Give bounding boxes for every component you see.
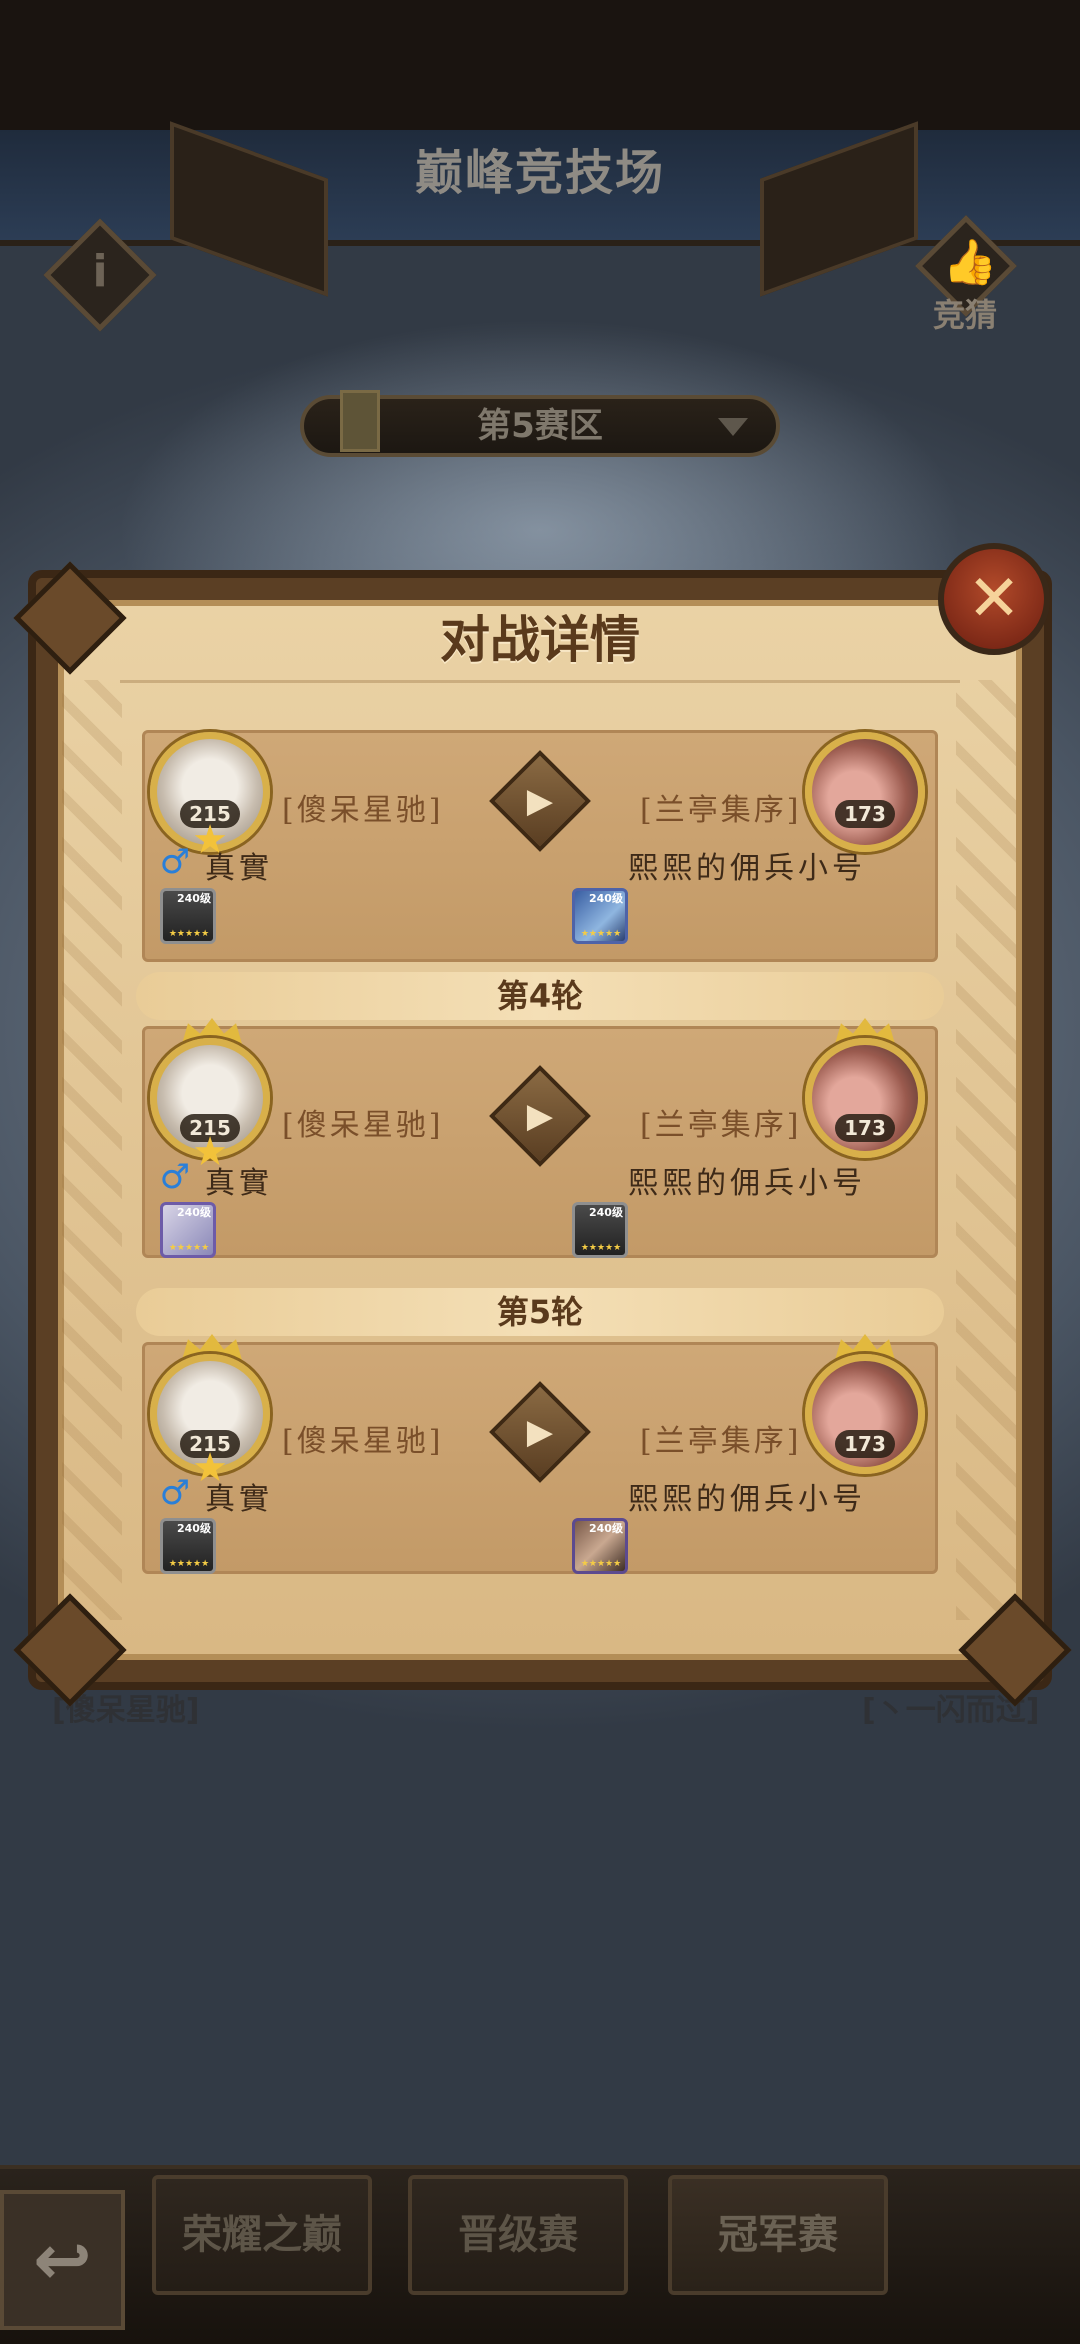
male-icon: ♂ [159, 842, 191, 882]
divider [120, 680, 960, 683]
hero-icon[interactable]: 240级 ★★★★★ [572, 888, 628, 944]
guild-right: [兰亭集序] [640, 1424, 802, 1459]
paper-ornament-right [956, 680, 1016, 1620]
hero-level: 240级 [177, 892, 211, 905]
guild-left: [傻呆星驰] [282, 793, 444, 828]
hero-stars: ★★★★★ [168, 1559, 210, 1569]
close-icon: ✕ [967, 562, 1021, 636]
player-name-left: 真實 [205, 1482, 273, 1517]
chevron-down-icon [718, 418, 748, 436]
dialog-title: 对战详情 [440, 611, 640, 669]
guild-left: [傻呆星驰] [282, 1108, 444, 1143]
hero-icon[interactable]: 240级 ★★★★★ [160, 1518, 216, 1574]
hero-icon[interactable]: 240级 ★★★★★ [160, 1202, 216, 1258]
zone-dropdown-value: 第5赛区 [477, 406, 603, 446]
hero-icon[interactable]: 240级 ★★★★★ [160, 888, 216, 944]
male-icon: ♂ [159, 1473, 191, 1513]
player-name-right: 熙熙的佣兵小号 [628, 1166, 866, 1201]
status-area [0, 0, 1080, 130]
level-badge: 173 [835, 1114, 895, 1142]
hero-level: 240级 [177, 1206, 211, 1219]
hero-icon[interactable]: 240级 ★★★★★ [572, 1202, 628, 1258]
player-name-right: 熙熙的佣兵小号 [628, 1482, 866, 1517]
hero-level: 240级 [589, 892, 623, 905]
player-name-right: 熙熙的佣兵小号 [628, 851, 866, 886]
thumbs-up-icon: 👍 [942, 237, 998, 288]
hero-level: 240级 [589, 1206, 623, 1219]
hero-stars: ★★★★★ [580, 1559, 622, 1569]
player-name-left: 真實 [205, 851, 273, 886]
guess-label[interactable]: 竞猜 [915, 290, 1015, 336]
hero-icon[interactable]: 240级 ★★★★★ [572, 1518, 628, 1574]
page-title: 巅峰竞技场 [414, 145, 665, 201]
male-icon: ♂ [159, 1157, 191, 1197]
hero-level: 240级 [589, 1522, 623, 1535]
play-icon: ▶ [526, 1412, 554, 1452]
hero-level: 240级 [177, 1522, 211, 1535]
guild-right: [兰亭集序] [640, 1108, 802, 1143]
avatar-right[interactable] [805, 732, 925, 852]
zone-flag-icon [340, 390, 380, 452]
tab-glory-peak-label: 荣耀之巅 [182, 2212, 342, 2258]
round-label: 第4轮 [496, 977, 584, 1015]
back-arrow-icon: ↩ [33, 2219, 92, 2301]
hero-stars: ★★★★★ [168, 1243, 210, 1253]
info-icon: i [92, 246, 108, 297]
tab-championship-label: 冠军赛 [718, 2212, 838, 2258]
paper-ornament-left [62, 680, 122, 1620]
level-badge: 173 [835, 1430, 895, 1458]
guild-right: [兰亭集序] [640, 793, 802, 828]
player-name-left: 真實 [205, 1166, 273, 1201]
hero-stars: ★★★★★ [580, 1243, 622, 1253]
hero-stars: ★★★★★ [580, 929, 622, 939]
tab-promotion-label: 晋级赛 [458, 2212, 578, 2258]
guild-left: [傻呆星驰] [282, 1424, 444, 1459]
hero-stars: ★★★★★ [168, 929, 210, 939]
play-icon: ▶ [526, 781, 554, 821]
level-badge: 173 [835, 800, 895, 828]
round-label: 第5轮 [496, 1293, 584, 1331]
play-icon: ▶ [526, 1096, 554, 1136]
